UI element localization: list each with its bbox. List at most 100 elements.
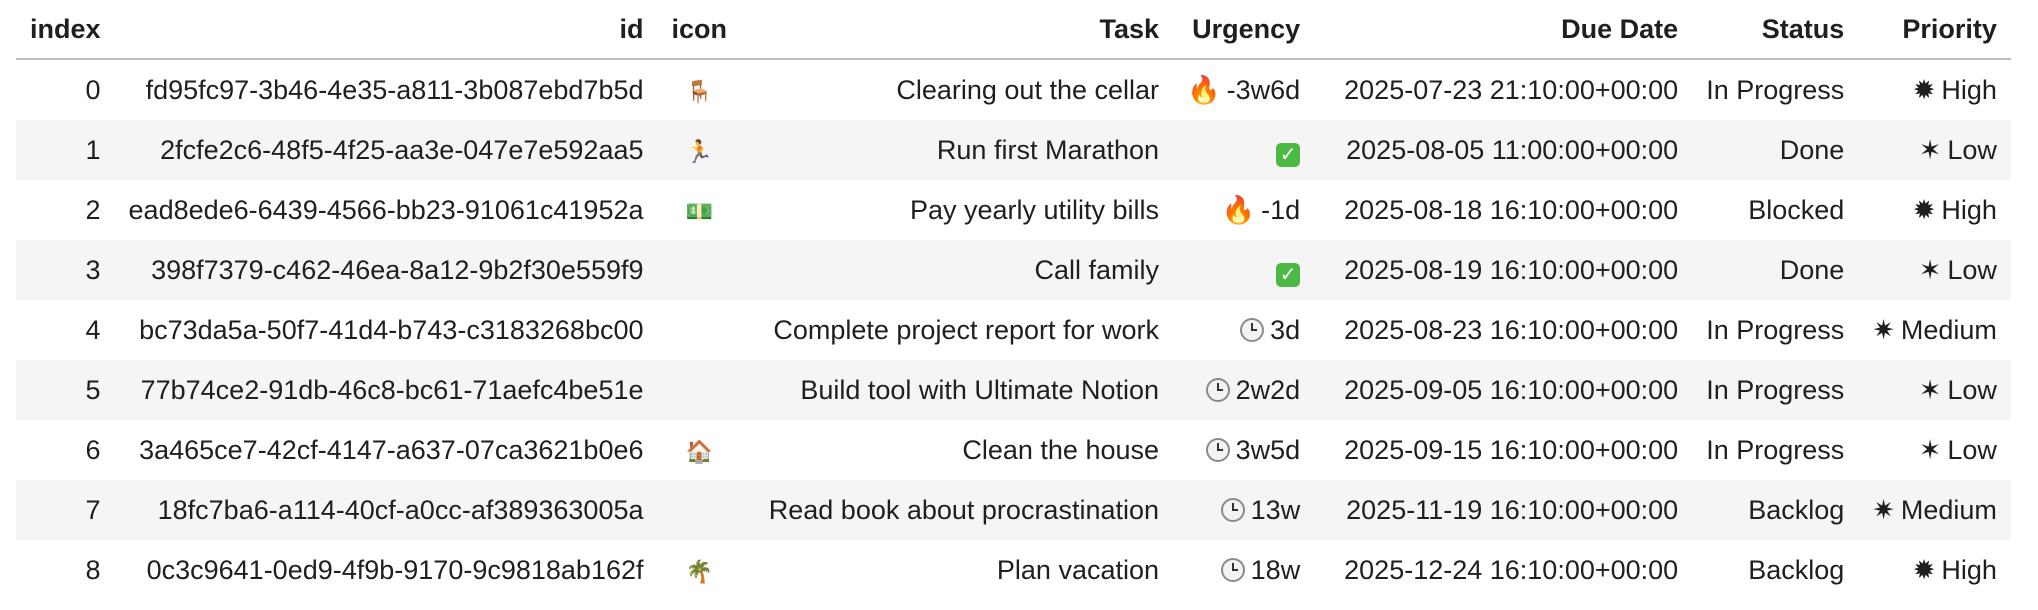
- header-id: id: [114, 0, 658, 60]
- cell-icon: 🌴: [658, 540, 742, 600]
- table-row: 2 ead8ede6-6439-4566-bb23-91061c41952a 💵 Pa…: [16, 180, 2011, 240]
- palm-tree-icon: 🌴: [685, 558, 713, 584]
- chair-icon: 🪑: [685, 78, 713, 104]
- cell-priority: ✹ High: [1858, 180, 2011, 240]
- priority-star-icon: ✷: [1872, 314, 1895, 345]
- priority-star-icon: ✹: [1912, 194, 1936, 225]
- cell-id: ead8ede6-6439-4566-bb23-91061c41952a: [128, 194, 644, 225]
- cell-due-date: 2025-07-23 21:10:00+00:00: [1344, 74, 1679, 105]
- cell-status: Backlog: [1748, 554, 1845, 585]
- cell-urgency: 3d: [1173, 300, 1314, 360]
- priority-value: Low: [1947, 374, 1997, 405]
- cell-priority: ✶ Low: [1858, 120, 2011, 180]
- cell-icon: [657, 240, 742, 300]
- urgency-value: 18w: [1250, 554, 1301, 585]
- urgency-value: 2w2d: [1235, 374, 1301, 405]
- header-urgency: Urgency: [1173, 0, 1315, 60]
- cell-urgency: 3w5d: [1173, 420, 1314, 480]
- priority-value: Medium: [1900, 494, 1997, 525]
- table-row: 6 3a465ce7-42cf-4147-a637-07ca3621b0e6 🏠 Cl…: [16, 420, 2011, 480]
- cell-status: In Progress: [1706, 74, 1845, 105]
- cell-id: 398f7379-c462-46ea-8a12-9b2f30e559f9: [114, 240, 658, 300]
- clock-icon: [1240, 317, 1265, 342]
- urgency-value: 3d: [1270, 314, 1301, 345]
- cell-urgency: ✓: [1173, 120, 1315, 180]
- cell-urgency: 13w: [1173, 480, 1315, 540]
- fire-icon: 🔥: [1187, 75, 1221, 105]
- cell-index: 6: [85, 434, 101, 465]
- header-due-date: Due Date: [1314, 0, 1693, 60]
- urgency-value: -3w6d: [1226, 75, 1301, 105]
- cell-task: Build tool with Ultimate Notion: [741, 360, 1174, 420]
- table-container: index id icon Task Urgency Due Date Stat…: [16, 0, 2011, 600]
- table-row: 0 fd95fc97-3b46-4e35-a811-3b087ebd7b5d 🪑 Cl…: [16, 59, 2011, 120]
- cell-priority: ✷ Medium: [1858, 480, 2011, 540]
- cell-task: Pay yearly utility bills: [909, 194, 1160, 225]
- cell-id: 0c3c9641-0ed9-4f9b-9170-9c9818ab162f: [146, 554, 644, 585]
- cell-status: Backlog: [1692, 480, 1859, 540]
- table-row: 8 0c3c9641-0ed9-4f9b-9170-9c9818ab162f 🌴 Pl…: [16, 540, 2011, 600]
- cell-icon: 🏃: [657, 120, 742, 180]
- cell-task: Plan vacation: [996, 554, 1160, 585]
- cell-priority: ✶ Low: [1858, 240, 2011, 300]
- cell-index: 0: [85, 74, 101, 105]
- header-icon: icon: [657, 0, 742, 60]
- priority-value: Medium: [1900, 314, 1997, 345]
- priority-value: High: [1941, 74, 1997, 105]
- cell-urgency: 🔥 -1d: [1173, 180, 1314, 240]
- cell-due-date: 2025-09-05 16:10:00+00:00: [1314, 360, 1693, 420]
- cell-task: Read book about procrastination: [741, 480, 1174, 540]
- table-body: 0 fd95fc97-3b46-4e35-a811-3b087ebd7b5d 🪑 Cl…: [16, 59, 2011, 600]
- cell-due-date: 2025-08-23 16:10:00+00:00: [1344, 314, 1679, 345]
- cell-priority: ✷ Medium: [1858, 300, 2011, 360]
- cell-status: In Progress: [1692, 360, 1859, 420]
- cell-priority: ✹ High: [1858, 59, 2011, 120]
- table-row: 7 18fc7ba6-a114-40cf-a0cc-af389363005a Rea…: [16, 480, 2011, 540]
- clock-icon: [1205, 377, 1230, 402]
- cell-status: Done: [1692, 240, 1859, 300]
- table-row: 1 2fcfe2c6-48f5-4f25-aa3e-047e7e592aa5 🏃 Ru…: [16, 120, 2011, 180]
- clock-icon: [1205, 437, 1230, 462]
- cell-index: 5: [16, 360, 115, 420]
- cell-id: 77b74ce2-91db-46c8-bc61-71aefc4be51e: [114, 360, 658, 420]
- urgency-value: -1d: [1261, 195, 1301, 225]
- cell-index: 2: [85, 194, 101, 225]
- table-row: 4 bc73da5a-50f7-41d4-b743-c3183268bc00 Com…: [16, 300, 2011, 360]
- cell-icon: 🪑: [658, 59, 742, 120]
- priority-star-icon: ✶: [1918, 134, 1942, 165]
- cell-due-date: 2025-08-18 16:10:00+00:00: [1344, 194, 1679, 225]
- priority-value: High: [1941, 554, 1997, 585]
- money-icon: 💵: [685, 198, 713, 224]
- header-task: Task: [741, 0, 1174, 60]
- cell-urgency: 2w2d: [1173, 360, 1315, 420]
- priority-star-icon: ✶: [1918, 254, 1942, 285]
- priority-value: Low: [1947, 434, 1997, 465]
- fire-icon: 🔥: [1221, 195, 1256, 225]
- check-icon: ✓: [1276, 262, 1301, 287]
- cell-task: Clean the house: [962, 434, 1160, 465]
- cell-urgency: 18w: [1173, 540, 1314, 600]
- cell-status: Blocked: [1748, 194, 1845, 225]
- cell-urgency: 🔥 -3w6d: [1173, 59, 1314, 120]
- cell-index: 4: [85, 314, 101, 345]
- cell-due-date: 2025-11-19 16:10:00+00:00: [1314, 480, 1693, 540]
- cell-priority: ✶ Low: [1858, 360, 2011, 420]
- table-row: 5 77b74ce2-91db-46c8-bc61-71aefc4be51e Bui…: [16, 360, 2011, 420]
- urgency-value: 13w: [1250, 494, 1301, 525]
- clock-icon: [1220, 557, 1245, 582]
- header-status: Status: [1692, 0, 1859, 60]
- priority-star-icon: ✷: [1872, 494, 1895, 525]
- cell-id: bc73da5a-50f7-41d4-b743-c3183268bc00: [139, 314, 644, 345]
- cell-icon: 🏠: [658, 420, 742, 480]
- cell-icon: [658, 300, 742, 360]
- cell-due-date: 2025-08-05 11:00:00+00:00: [1314, 120, 1693, 180]
- header-priority: Priority: [1858, 0, 2011, 60]
- cell-id: 2fcfe2c6-48f5-4f25-aa3e-047e7e592aa5: [114, 120, 658, 180]
- priority-value: Low: [1947, 254, 1997, 285]
- cell-status: In Progress: [1706, 434, 1845, 465]
- cell-task: Run first Marathon: [741, 120, 1174, 180]
- cell-task: Clearing out the cellar: [896, 74, 1160, 105]
- priority-star-icon: ✹: [1912, 554, 1936, 585]
- cell-index: 3: [16, 240, 115, 300]
- priority-star-icon: ✹: [1912, 74, 1936, 105]
